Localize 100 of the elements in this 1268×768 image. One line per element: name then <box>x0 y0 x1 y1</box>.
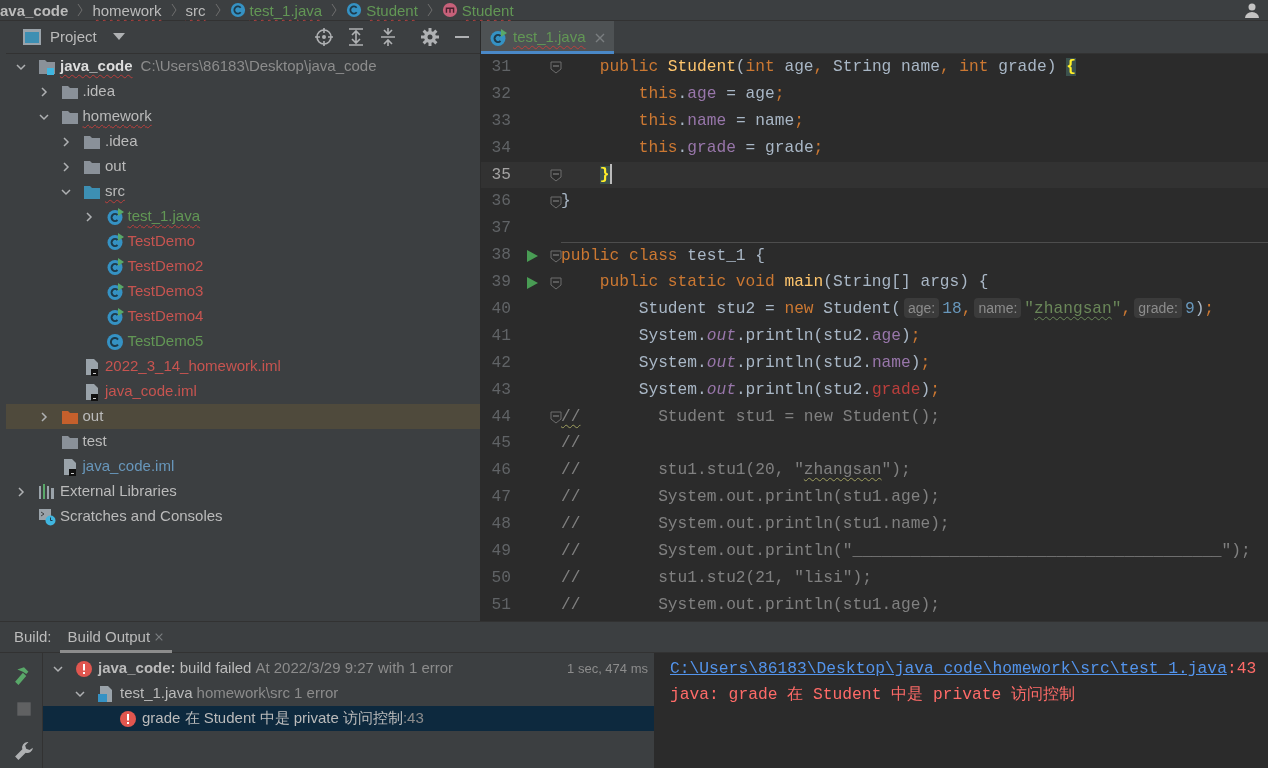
expand-all-icon[interactable] <box>346 27 366 47</box>
parameter-hint: grade: <box>1134 298 1182 318</box>
line-number: 31 <box>490 57 511 78</box>
file-link[interactable]: C:\Users\86183\Desktop\java_code\homework\src\test_1.java <box>670 659 1227 678</box>
line-number: 49 <box>490 541 511 563</box>
runnable-class-icon <box>489 28 507 47</box>
line-number: 45 <box>490 433 511 455</box>
line-number: 39 <box>490 272 511 294</box>
line-number: 38 <box>490 245 511 267</box>
separator-icon <box>76 3 85 17</box>
code-line: // System.out.println("______________________________________"); <box>561 542 1251 561</box>
breadcrumb-item[interactable]: homework <box>92 0 162 20</box>
libraries-icon <box>38 482 56 501</box>
tree-item[interactable]: out <box>6 404 480 429</box>
class-icon <box>105 332 124 351</box>
line-number: 32 <box>490 83 511 105</box>
runnable-class-icon <box>105 257 124 276</box>
dropdown-button[interactable] <box>112 33 125 41</box>
code-line: this.age = age; <box>637 84 785 103</box>
code-line: // stu1.stu1(20, "zhangsan"); <box>561 461 911 480</box>
tree-item[interactable]: External Libraries <box>6 479 480 504</box>
file-icon <box>83 382 101 401</box>
breadcrumb-item[interactable]: test_1.java <box>249 0 323 20</box>
tree-item[interactable]: TestDemo5 <box>6 329 480 354</box>
class-icon <box>229 2 246 18</box>
user-icon[interactable] <box>1244 2 1260 18</box>
panel-title: Project <box>50 26 97 47</box>
code-line: } <box>561 192 571 211</box>
collapse-all-icon[interactable] <box>378 27 398 47</box>
project-window-icon <box>22 28 42 46</box>
wrench-icon[interactable] <box>14 740 34 761</box>
run-icon[interactable] <box>525 275 539 290</box>
tree-item[interactable]: java_code.iml <box>6 454 480 479</box>
line-number: 37 <box>490 218 511 240</box>
tree-item[interactable]: .idea <box>6 79 480 104</box>
line-number: 42 <box>490 352 511 374</box>
code-line: 9); <box>1184 300 1215 318</box>
tree-item[interactable]: java_code C:\Users\86183\Desktop\java_code <box>6 54 480 79</box>
code-line: 18, <box>942 300 972 318</box>
panel-label: Build: <box>14 626 52 647</box>
locate-icon[interactable] <box>314 27 334 47</box>
caret-icon <box>112 33 125 41</box>
runnable-class-icon <box>105 282 124 301</box>
code-line: public Student(int age, String name, int grade) { <box>598 58 1076 76</box>
code-line: public class test_1 { <box>561 247 765 266</box>
fold-icon[interactable] <box>549 194 563 209</box>
breadcrumb-item[interactable]: Student <box>461 0 514 20</box>
console-text: :43 <box>1226 659 1257 678</box>
separator-icon <box>213 3 222 17</box>
runnable-class-icon <box>105 207 124 226</box>
code-line: System.out.println(stu2.age); <box>637 326 921 345</box>
line-number: 46 <box>490 460 511 482</box>
breadcrumb-item[interactable]: src <box>185 0 206 20</box>
fold-icon[interactable] <box>549 410 563 424</box>
code-line: // System.out.println(stu1.age); <box>561 488 940 507</box>
java-file-icon <box>97 684 115 703</box>
breadcrumb-item[interactable]: ava_code <box>0 0 69 20</box>
error-icon <box>119 709 137 728</box>
code-line: // <box>561 434 581 453</box>
line-number: 40 <box>490 299 511 320</box>
line-number: 34 <box>490 137 511 159</box>
line-number: 48 <box>490 514 511 536</box>
method-icon <box>441 2 458 18</box>
runnable-class-icon <box>105 307 124 326</box>
code-line: public static void main(String[] args) { <box>598 273 989 292</box>
tree-item[interactable]: .idea <box>6 129 480 154</box>
build-tree-item[interactable]: test_1.java homework\src 1 error <box>43 681 654 706</box>
close-icon[interactable] <box>154 632 165 642</box>
tree-item[interactable]: test_1.java <box>6 204 480 229</box>
settings-icon[interactable] <box>420 27 440 47</box>
code-line: "zhangsan", <box>1024 300 1132 318</box>
code-line: // System.out.println(stu1.name); <box>561 515 950 534</box>
tree-item[interactable]: homework <box>6 104 480 129</box>
line-number: 47 <box>490 487 511 509</box>
line-number: 35 <box>490 164 511 186</box>
line-number: 43 <box>490 379 511 401</box>
separator-icon <box>425 3 434 17</box>
build-tree-item[interactable]: grade 在 Student 中是 private 访问控制:43 <box>43 706 654 731</box>
tree-item[interactable]: test <box>6 429 480 454</box>
tree-item[interactable]: Scratches and Consoles <box>6 504 480 529</box>
class-icon <box>346 2 363 18</box>
code-line: System.out.println(stu2.grade); <box>637 380 940 399</box>
line-number: 44 <box>490 406 511 428</box>
runnable-class-icon <box>105 232 124 251</box>
build-tree-item[interactable]: java_code: build failed At 2022/3/29 9:27 with 1 error 1 sec, 474 ms <box>43 656 654 681</box>
breadcrumb-item[interactable]: Student <box>366 0 418 20</box>
line-number: 36 <box>490 191 511 213</box>
error-icon <box>75 659 93 678</box>
file-icon <box>83 357 101 376</box>
parameter-hint: name: <box>974 298 1022 318</box>
run-icon[interactable] <box>525 248 539 263</box>
code-line: this.name = name; <box>637 111 804 130</box>
tree-item[interactable]: src <box>6 179 480 204</box>
code-line: Student stu2 = new Student( <box>637 300 901 318</box>
code-line: // Student stu1 = new Student(); <box>561 407 940 426</box>
line-number: 50 <box>490 567 511 589</box>
module-folder-icon <box>38 57 56 76</box>
line-number: 33 <box>490 110 511 132</box>
tree-item[interactable]: out <box>6 154 480 179</box>
panel-tab[interactable]: Build Output <box>59 621 173 653</box>
